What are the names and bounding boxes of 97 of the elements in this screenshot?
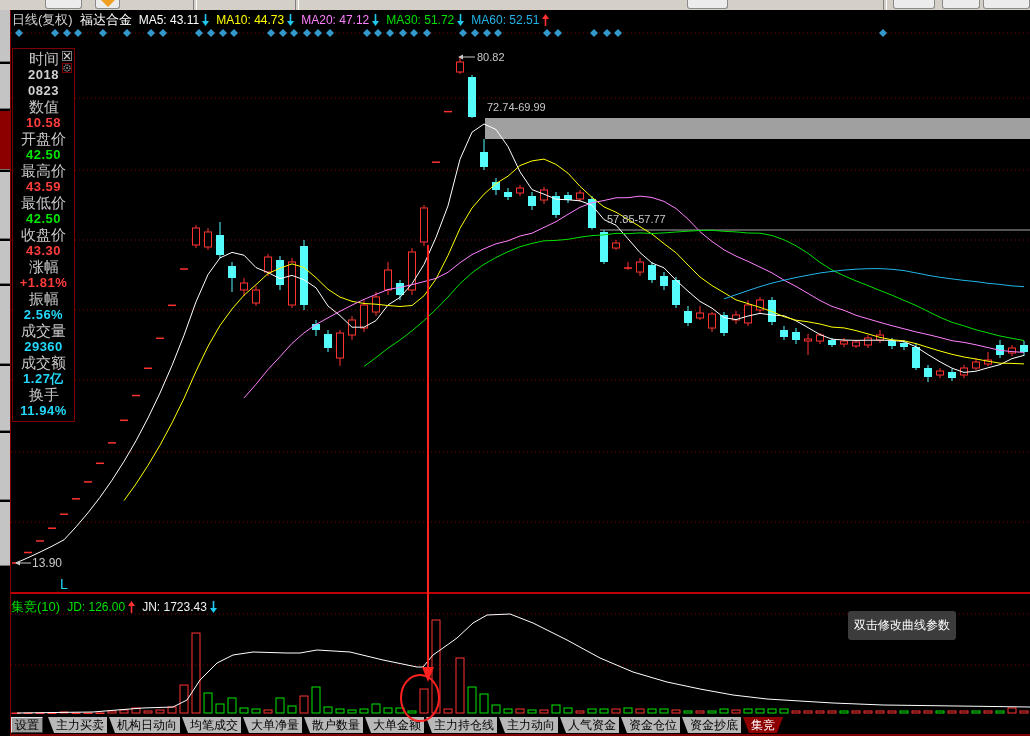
diamond-marker-icon: [423, 29, 431, 37]
moving-average-value: MA20: 47.12: [301, 13, 370, 27]
diamond-marker-icon: [363, 29, 371, 37]
field-value: 2018: [28, 67, 59, 83]
moving-average-value: MA10: 44.73: [216, 13, 285, 27]
diamond-marker-icon: [123, 29, 131, 37]
diamond-marker-icon: [603, 29, 611, 37]
diamond-marker-icon: [590, 29, 598, 37]
diamond-marker-icon: [399, 29, 407, 37]
side-tab[interactable]: [0, 64, 10, 109]
field-value: +1.81%: [19, 275, 68, 291]
settings-icon[interactable]: [62, 63, 72, 73]
toolbar-button[interactable]: [893, 0, 935, 9]
diamond-marker-icon: [159, 29, 167, 37]
field-label: 开盘价: [21, 131, 66, 147]
diamond-marker-icon: [374, 29, 382, 37]
field-value: 0823: [28, 83, 59, 99]
diamond-marker-icon: [314, 29, 322, 37]
field-label: 时间: [28, 51, 59, 67]
field-label: 成交量: [21, 323, 66, 339]
stock-name: 福达合金: [79, 11, 132, 29]
moving-average-value: MA5: 43.11: [138, 13, 200, 27]
indicator-tab[interactable]: 集竞: [743, 717, 783, 733]
diamond-marker-icon: [219, 29, 227, 37]
settings-button[interactable]: 设置: [11, 717, 43, 733]
diamond-marker-icon: [63, 29, 71, 37]
field-value: 1.27亿: [23, 371, 64, 387]
indicator-value: JD: 126.00: [67, 600, 126, 614]
diamond-marker-icon: [230, 29, 238, 37]
diamond-marker-icon: [614, 29, 622, 37]
arrow-left-icon: [458, 54, 476, 60]
indicator-tab[interactable]: 主力买卖: [48, 717, 107, 733]
indicator-tab[interactable]: 机构日动向: [109, 717, 180, 733]
indicator-tab[interactable]: 主力持仓线: [426, 717, 497, 733]
field-value: 2.56%: [23, 307, 64, 323]
field-label: 最低价: [21, 195, 66, 211]
field-label: 成交额: [21, 355, 66, 371]
field-label: 数值: [28, 99, 59, 115]
field-value: 43.59: [25, 179, 61, 195]
diamond-marker-icon: [410, 29, 418, 37]
indicator-tab[interactable]: 主力动向: [499, 717, 558, 733]
gap-range-label: 72.74-69.99: [487, 101, 546, 113]
field-label: 涨幅: [28, 259, 59, 275]
indicator-tab[interactable]: 均笔成交: [182, 717, 241, 733]
field-value: 10.58: [25, 115, 61, 131]
diamond-marker-icon: [543, 29, 551, 37]
field-label: 最高价: [21, 163, 66, 179]
indicator-tab[interactable]: 资金仓位: [621, 717, 680, 733]
diamond-marker-icon: [471, 29, 479, 37]
marker-label: L: [60, 576, 68, 592]
diamond-marker-icon: [15, 29, 23, 37]
diamond-marker-icon: [267, 29, 275, 37]
diamond-marker-icon: [99, 29, 107, 37]
diamond-marker-icon: [207, 29, 215, 37]
field-value: 43.30: [25, 243, 61, 259]
indicator-title: 集竞(10): [11, 598, 61, 616]
field-value: 29360: [24, 339, 63, 355]
triangle-icon: [100, 0, 115, 7]
diamond-marker-icon: [147, 29, 155, 37]
tooltip: 双击修改曲线参数: [848, 611, 956, 640]
field-value: 11.94%: [20, 403, 67, 419]
side-tab[interactable]: [0, 241, 10, 284]
indicator-tab[interactable]: 大单净量: [243, 717, 302, 733]
high-price-label: 80.82: [477, 51, 505, 63]
diamond-marker-icon: [195, 29, 203, 37]
toolbar-button[interactable]: [942, 0, 980, 9]
toolbar-button[interactable]: [95, 0, 120, 9]
diamond-marker-icon: [459, 29, 467, 37]
indicator-tab[interactable]: 散户数量: [304, 717, 363, 733]
low-price-label: 13.90: [32, 556, 63, 570]
moving-average-value: MA60: 52.51: [471, 13, 540, 27]
field-label: 换手: [28, 387, 59, 403]
diamond-marker-icon: [879, 29, 887, 37]
arrow-left-icon: [15, 560, 32, 566]
toolbar-button[interactable]: [45, 0, 82, 9]
diamond-marker-icon: [279, 29, 287, 37]
moving-average-value: MA30: 51.72: [386, 13, 455, 27]
field-label: 收盘价: [21, 227, 66, 243]
diamond-marker-icon: [494, 29, 502, 37]
diamond-marker-icon: [326, 29, 334, 37]
diamond-marker-icon: [386, 29, 394, 37]
diamond-marker-icon: [290, 29, 298, 37]
diamond-marker-icon: [554, 29, 562, 37]
indicator-tab[interactable]: 人气资金: [560, 717, 619, 733]
indicator-tab[interactable]: 资金抄底: [682, 717, 741, 733]
field-label: 振幅: [28, 291, 59, 307]
field-value: 42.50: [25, 147, 61, 163]
indicator-value: JN: 1723.43: [142, 600, 207, 614]
period-label[interactable]: 日线(复权): [12, 11, 73, 29]
toolbar-button[interactable]: [687, 0, 728, 9]
diamond-marker-icon: [51, 29, 59, 37]
close-icon[interactable]: [62, 51, 72, 61]
diamond-marker-icon: [303, 29, 311, 37]
diamond-marker-icon: [483, 29, 491, 37]
field-value: 42.50: [25, 211, 61, 227]
diamond-marker-icon: [74, 29, 82, 37]
toolbar-button[interactable]: [983, 0, 1030, 9]
